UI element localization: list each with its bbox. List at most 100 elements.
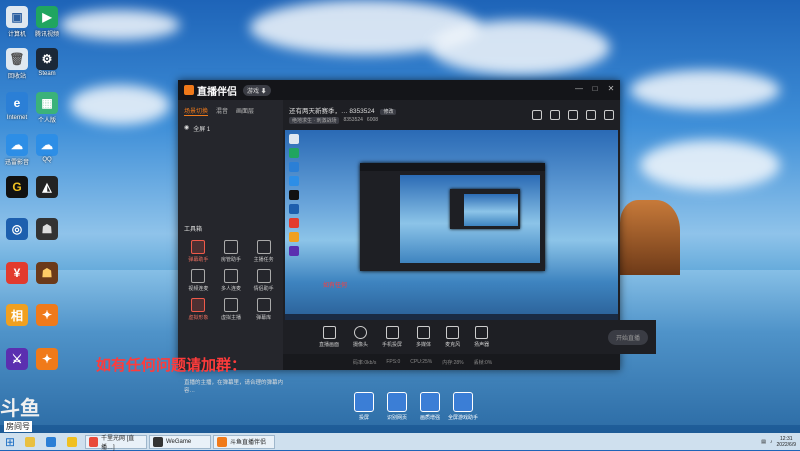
- preview-canvas[interactable]: 如有任何: [285, 130, 618, 320]
- desktop-icon[interactable]: ⚙ Steam: [30, 48, 64, 77]
- library-icon: [256, 298, 271, 312]
- quick-button-enhance[interactable]: 画质增强: [413, 392, 447, 421]
- tool-video-link[interactable]: 视频连麦: [182, 269, 215, 292]
- speaker-button[interactable]: 扬声器: [474, 326, 489, 348]
- desktop-icon[interactable]: G: [0, 176, 34, 198]
- left-panel: 场景切换 混音 画面层 ◉ 全屏 1 工具箱 弹幕助手 房管助手 主播任务 视频…: [178, 100, 283, 394]
- fox-icon: ✦: [36, 304, 58, 326]
- g-app-icon: G: [6, 176, 28, 198]
- desktop-icon[interactable]: ☁ QQ: [30, 134, 64, 163]
- bell-icon[interactable]: [586, 110, 596, 120]
- chrome-icon: [89, 436, 98, 447]
- taskbar-item-wegame[interactable]: WeGame: [149, 434, 211, 449]
- fans-count: 6008: [366, 117, 379, 123]
- quick-button-recognize[interactable]: 识别网页: [380, 392, 414, 421]
- zoom-icon: [420, 392, 440, 412]
- blue-app-icon: ◎: [6, 218, 28, 240]
- game-icon: ☗: [36, 262, 58, 284]
- download-icon: [223, 298, 238, 312]
- tool-danmu-lib[interactable]: 弹幕库: [247, 298, 280, 321]
- toolbox-grid: 弹幕助手 房管助手 主播任务 视频连麦 多人连麦 情侣助手 虚拟形象 虚拟主播 …: [182, 240, 280, 321]
- tool-virtual-host[interactable]: 虚拟主播: [215, 298, 248, 321]
- ie-icon: e: [6, 92, 28, 114]
- tool-couple[interactable]: 情侣助手: [247, 269, 280, 292]
- tab-scene[interactable]: 场景切换: [184, 106, 209, 116]
- taskbar-item[interactable]: [22, 435, 41, 449]
- tool-virtual-avatar[interactable]: 虚拟形象: [182, 298, 215, 321]
- desktop-icon[interactable]: ☗: [30, 262, 64, 284]
- taskbar: ⊞ 千里光网 [直播…] WeGame 斗鱼直播伴侣 ▤ ♪ 12:31 202…: [0, 433, 800, 451]
- start-button[interactable]: ⊞: [0, 433, 20, 450]
- desktop-icon[interactable]: ⚔: [0, 348, 34, 370]
- app-name: 直播伴侣: [197, 86, 237, 98]
- desktop-icon[interactable]: ☗: [30, 218, 64, 240]
- desktop-icon[interactable]: ▣ 计算机: [0, 6, 34, 38]
- close-icon[interactable]: ✕: [606, 84, 616, 94]
- settings-icon[interactable]: [568, 110, 578, 120]
- start-live-button[interactable]: 开始直播: [607, 330, 648, 345]
- lock-icon[interactable]: [550, 110, 560, 120]
- tool-host-task[interactable]: 主播任务: [247, 240, 280, 263]
- room-number: 8353524: [349, 108, 375, 115]
- clock[interactable]: 12:31 2022/6/9: [777, 436, 796, 448]
- live-screen-button[interactable]: 直播画面: [319, 326, 339, 348]
- desktop-icon[interactable]: ◎: [0, 218, 34, 240]
- share-icon[interactable]: [604, 110, 614, 120]
- desktop-icon[interactable]: ✦: [30, 348, 64, 370]
- status-bitrate: 码率:0kb/s: [353, 359, 377, 366]
- game-icon: ☗: [36, 218, 58, 240]
- desktop-icon[interactable]: ✦: [30, 304, 64, 326]
- volume-icon[interactable]: ♪: [770, 439, 773, 445]
- fox-icon: [217, 436, 227, 447]
- clock-date: 2022/6/9: [776, 441, 796, 448]
- game-icon: [453, 392, 473, 412]
- left-tabs: 场景切换 混音 画面层: [178, 100, 283, 116]
- preview-red-text: 如有任何: [323, 283, 348, 289]
- status-memory: 内存:28%: [442, 359, 464, 366]
- desktop-icon[interactable]: 🗑 回收站: [0, 48, 34, 80]
- taskbar-item[interactable]: [64, 435, 83, 449]
- room-number-meta: 8353524: [343, 117, 363, 123]
- scene-item[interactable]: ◉ 全屏 1: [184, 124, 277, 133]
- link-icon: [191, 269, 206, 283]
- desktop-icon[interactable]: 相: [0, 304, 34, 326]
- quick-button-game[interactable]: 全屏游戏助手: [446, 392, 480, 421]
- taskbar-item[interactable]: [43, 435, 62, 449]
- desktop-icon[interactable]: e Internet: [0, 92, 34, 121]
- tool-multi-link[interactable]: 多人连麦: [215, 269, 248, 292]
- media-button[interactable]: 多媒体: [416, 326, 431, 348]
- orange-app-icon: 相: [6, 304, 28, 326]
- tab-layers[interactable]: 画面层: [236, 106, 254, 116]
- phone-cast-button[interactable]: 手机投屏: [382, 326, 402, 348]
- app-icon: ▦: [36, 92, 58, 114]
- tool-danmu-helper[interactable]: 弹幕助手: [182, 240, 215, 263]
- camera-button[interactable]: 摄像头: [353, 326, 368, 348]
- computer-icon: ▣: [6, 6, 28, 28]
- category-chip[interactable]: 绝地求生 · 刺激战场: [289, 117, 340, 124]
- version-badge[interactable]: 游戏 ⬇: [243, 84, 271, 96]
- eye-icon[interactable]: ◉: [184, 124, 189, 133]
- overlay-red-text: 如有任何问题请加群：: [96, 357, 247, 374]
- tool-room-admin[interactable]: 房管助手: [215, 240, 248, 263]
- quick-button-cast[interactable]: 投屏: [347, 392, 381, 421]
- microphone-button[interactable]: 麦克风: [445, 326, 460, 348]
- app-logo: 直播伴侣: [184, 83, 237, 98]
- tab-mixer[interactable]: 混音: [216, 106, 228, 116]
- maximize-icon[interactable]: □: [590, 84, 600, 94]
- desktop-icon[interactable]: ▦ 个人版: [30, 92, 64, 124]
- taskbar-item-companion[interactable]: 斗鱼直播伴侣: [213, 434, 275, 449]
- speaker-icon: [475, 326, 489, 339]
- desktop-icon[interactable]: ¥: [0, 262, 34, 284]
- desktop-icon[interactable]: ☁ 迅雷影音: [0, 134, 34, 166]
- taskbar-item-chrome[interactable]: 千里光网 [直播…]: [85, 434, 147, 451]
- network-icon[interactable]: ▤: [761, 439, 766, 445]
- wegame-icon: [153, 436, 163, 447]
- phone-icon: [385, 326, 399, 339]
- desktop-icon[interactable]: ▶ 腾讯视频: [30, 6, 64, 38]
- edit-button[interactable]: 修改: [380, 109, 397, 115]
- desktop-icon[interactable]: ◭: [30, 176, 64, 198]
- gift-icon[interactable]: [532, 110, 542, 120]
- title-bar: 直播伴侣 游戏 ⬇ — □ ✕: [178, 80, 620, 100]
- monitor-icon: [322, 326, 336, 339]
- minimize-icon[interactable]: —: [574, 84, 584, 94]
